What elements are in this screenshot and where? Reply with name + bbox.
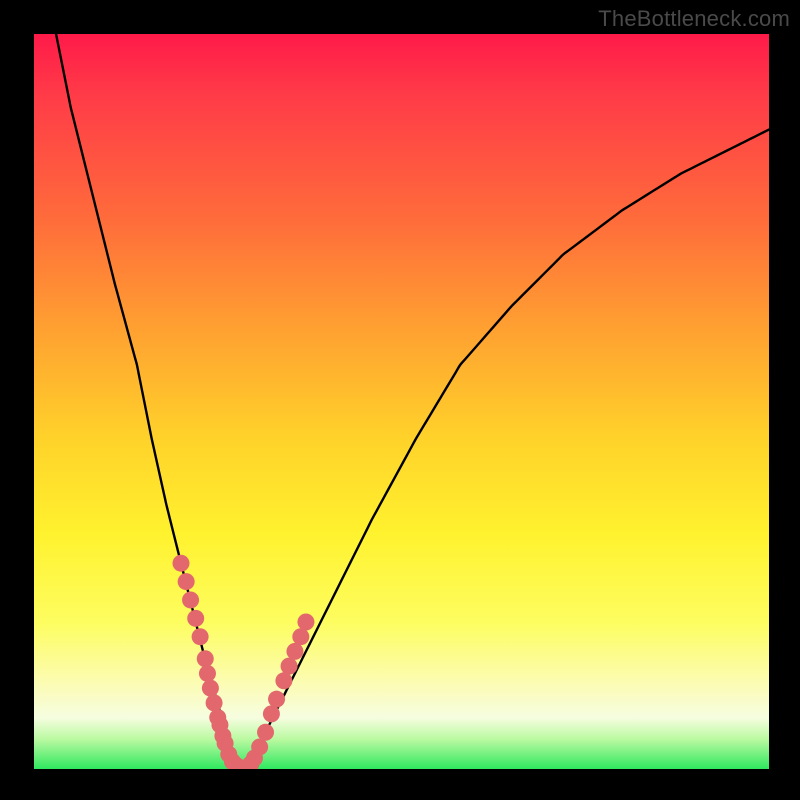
bead-marker [187,610,204,627]
bead-marker [178,573,195,590]
bead-marker [206,694,223,711]
bead-marker [292,628,309,645]
bead-marker [297,614,314,631]
bead-marker [286,643,303,660]
bead-marker [263,705,280,722]
bead-marker [192,628,209,645]
plot-svg [34,34,769,769]
bead-marker [197,650,214,667]
curve-group [56,34,769,769]
chart-frame: TheBottleneck.com [0,0,800,800]
bead-marker [268,691,285,708]
bottleneck-curve [56,34,769,769]
bead-marker [257,724,274,741]
bead-marker [202,680,219,697]
bead-marker [173,555,190,572]
plot-area [34,34,769,769]
bead-marker [281,658,298,675]
bead-marker [251,738,268,755]
bead-marker [275,672,292,689]
bead-marker [199,665,216,682]
watermark-text: TheBottleneck.com [598,6,790,32]
bead-markers [173,555,315,769]
bead-marker [182,591,199,608]
